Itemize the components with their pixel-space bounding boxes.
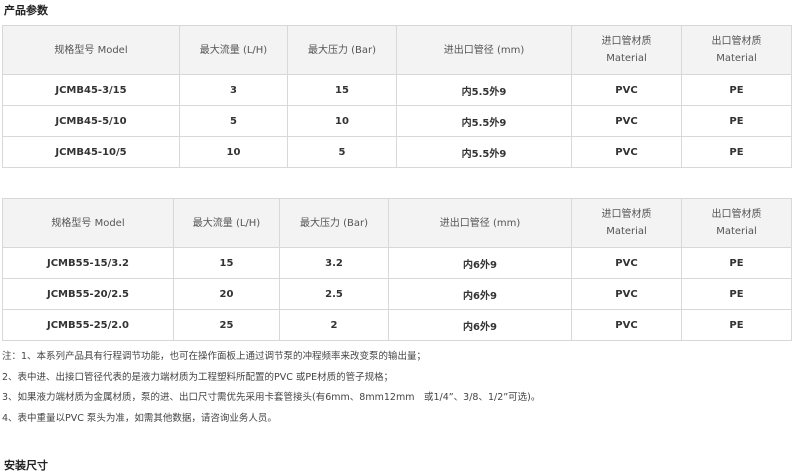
table-cell: 内5.5外9 <box>396 74 572 106</box>
column-header-text: Material <box>606 226 647 237</box>
note-line: 3、如果液力端材质为金属材质，泵的进、出口尺寸需优先采用卡套管接头(有6mm、8… <box>2 392 541 403</box>
table-cell: 15 <box>173 247 280 279</box>
table-header-row: 规格型号 Model 最大流量 (L/H) 最大压力 (Bar) 进出口管径 (mm)… <box>2 198 792 248</box>
table-cell: PVC <box>571 309 682 341</box>
table-cell: 3 <box>179 74 288 106</box>
table-cell: PE <box>681 309 792 341</box>
table-cell: PE <box>681 136 792 168</box>
table-cell: PE <box>681 105 792 137</box>
table-cell: JCMB45-3/15 <box>2 74 180 106</box>
column-header: 规格型号 Model <box>2 25 180 75</box>
column-header: 最大流量 (L/H) <box>179 25 288 75</box>
column-header-text: 进出口管径 (mm) <box>443 44 525 56</box>
notes-block: 注：1、本系列产品具有行程调节功能，也可在操作面板上通过调节泵的冲程频率来改变泵… <box>2 347 792 429</box>
column-header-text: 最大压力 (Bar) <box>299 217 369 229</box>
table-cell: 3.2 <box>279 247 389 279</box>
table-cell: PVC <box>571 136 682 168</box>
table-cell: JCMB45-5/10 <box>2 105 180 137</box>
column-header-text: 出口管材质 <box>711 36 762 47</box>
column-header: 出口管材质 Material <box>681 25 792 75</box>
table-cell: JCMB45-10/5 <box>2 136 180 168</box>
spec-table-jcmb45: 规格型号 Model 最大流量 (L/H) 最大压力 (Bar) 进出口管径 (mm)… <box>2 25 792 168</box>
table-cell: 内6外9 <box>388 309 572 341</box>
column-header-text: 规格型号 Model <box>51 217 125 229</box>
table-row: JCMB55-20/2.5 20 2.5 内6外9 PVC PE <box>2 278 792 310</box>
section-title-product-params: 产品参数 <box>4 4 48 17</box>
column-header-text: Material <box>716 226 757 237</box>
column-header: 进出口管径 (mm) <box>396 25 572 75</box>
column-header: 最大流量 (L/H) <box>173 198 280 248</box>
note-line: 2、表中进、出接口管径代表的是液力端材质为工程塑料所配置的PVC 或PE材质的管… <box>2 371 394 383</box>
table-cell: 内5.5外9 <box>396 136 572 168</box>
column-header-text: 规格型号 Model <box>54 44 128 56</box>
table-cell: PVC <box>571 247 682 279</box>
note-line: 4、表中重量以PVC 泵头为准，如需其他数据，请咨询业务人员。 <box>2 412 277 424</box>
table-row: JCMB45-10/5 10 5 内5.5外9 PVC PE <box>2 136 792 168</box>
table-cell: PE <box>681 278 792 310</box>
table-cell: 10 <box>287 105 397 137</box>
column-header: 最大压力 (Bar) <box>279 198 389 248</box>
table-row: JCMB55-15/3.2 15 3.2 内6外9 PVC PE <box>2 247 792 279</box>
table-cell: 15 <box>287 74 397 106</box>
table-cell: PE <box>681 247 792 279</box>
table-cell: JCMB55-15/3.2 <box>2 247 174 279</box>
table-cell: PVC <box>571 105 682 137</box>
table-row: JCMB55-25/2.0 25 2 内6外9 PVC PE <box>2 309 792 341</box>
column-header: 进口管材质 Material <box>571 198 682 248</box>
table-cell: PVC <box>571 74 682 106</box>
column-header: 规格型号 Model <box>2 198 174 248</box>
table-cell: 10 <box>179 136 288 168</box>
column-header: 最大压力 (Bar) <box>287 25 397 75</box>
column-header: 进出口管径 (mm) <box>388 198 572 248</box>
table-header-row: 规格型号 Model 最大流量 (L/H) 最大压力 (Bar) 进出口管径 (mm)… <box>2 25 792 75</box>
column-header-text: 出口管材质 <box>711 209 762 220</box>
table-cell: 5 <box>179 105 288 137</box>
column-header-text: 进口管材质 <box>601 209 652 220</box>
table-row: JCMB45-5/10 5 10 内5.5外9 PVC PE <box>2 105 792 137</box>
table-cell: PE <box>681 74 792 106</box>
column-header-text: 最大压力 (Bar) <box>307 44 377 56</box>
table-row: JCMB45-3/15 3 15 内5.5外9 PVC PE <box>2 74 792 106</box>
table-cell: 5 <box>287 136 397 168</box>
column-header: 出口管材质 Material <box>681 198 792 248</box>
table-cell: 25 <box>173 309 280 341</box>
column-header-text: 最大流量 (L/H) <box>192 217 261 229</box>
column-header-text: 进口管材质 <box>601 36 652 47</box>
table-cell: 内5.5外9 <box>396 105 572 137</box>
table-body: JCMB55-15/3.2 15 3.2 内6外9 PVC PE JCMB55-20/2.5… <box>2 247 792 341</box>
column-header-text: 最大流量 (L/H) <box>199 44 268 56</box>
column-header: 进口管材质 Material <box>571 25 682 75</box>
table-cell: 内6外9 <box>388 247 572 279</box>
table-cell: JCMB55-25/2.0 <box>2 309 174 341</box>
column-header-text: Material <box>716 53 757 64</box>
table-body: JCMB45-3/15 3 15 内5.5外9 PVC PE JCMB45-5/10 5 10 内… <box>2 74 792 168</box>
table-cell: PVC <box>571 278 682 310</box>
table-cell: 内6外9 <box>388 278 572 310</box>
table-cell: 2 <box>279 309 389 341</box>
table-cell: 20 <box>173 278 280 310</box>
column-header-text: 进出口管径 (mm) <box>439 217 521 229</box>
table-cell: JCMB55-20/2.5 <box>2 278 174 310</box>
spec-table-jcmb55: 规格型号 Model 最大流量 (L/H) 最大压力 (Bar) 进出口管径 (mm)… <box>2 198 792 341</box>
note-line: 注：1、本系列产品具有行程调节功能，也可在操作面板上通过调节泵的冲程频率来改变泵… <box>2 351 427 362</box>
column-header-text: Material <box>606 53 647 64</box>
table-cell: 2.5 <box>279 278 389 310</box>
